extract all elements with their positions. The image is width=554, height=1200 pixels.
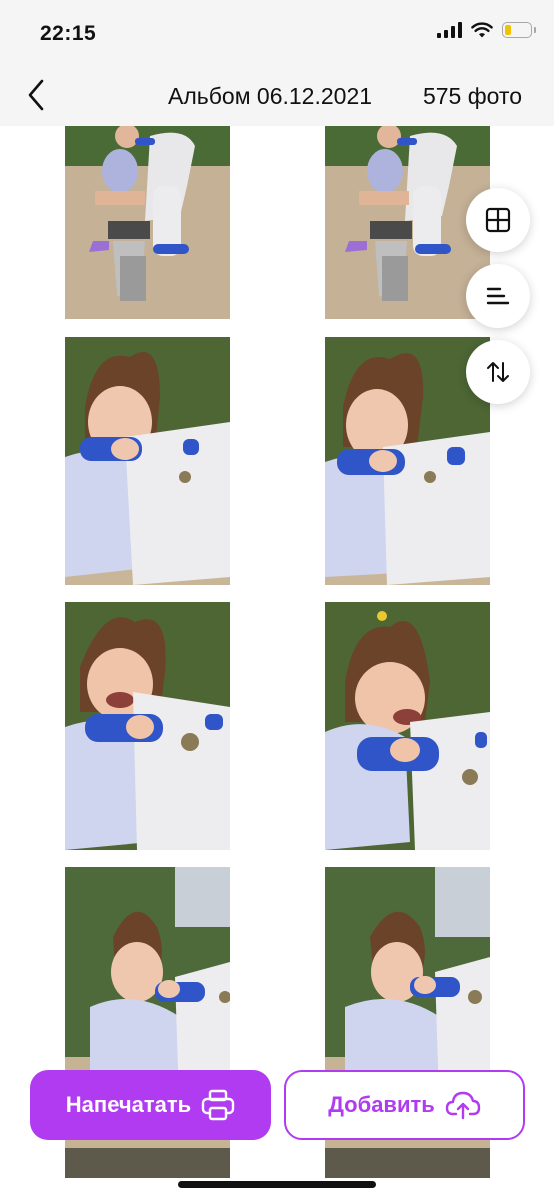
print-button-label: Напечатать <box>65 1092 192 1117</box>
album-title: Альбом 06.12.2021 <box>168 83 373 109</box>
sort-button[interactable] <box>466 340 530 404</box>
add-button-label: Добавить <box>328 1092 435 1117</box>
chevron-left-icon <box>28 79 44 111</box>
wifi-icon <box>471 22 493 38</box>
album-header: Альбом 06.12.2021 575 фото <box>0 64 554 126</box>
sort-arrows-icon <box>487 362 509 382</box>
grid-view-button[interactable] <box>466 188 530 252</box>
list-view-button[interactable] <box>466 264 530 328</box>
print-button[interactable]: Напечатать <box>30 1070 271 1140</box>
status-bar: 22:15 <box>0 0 554 64</box>
photo-thumbnail[interactable] <box>65 1148 230 1178</box>
home-indicator <box>178 1181 376 1188</box>
grid-view-icon <box>485 207 511 233</box>
photo-count: 575 фото <box>422 83 522 109</box>
photo-thumbnail[interactable] <box>65 126 230 319</box>
photo-thumbnail[interactable] <box>325 1148 490 1178</box>
cellular-signal-icon <box>437 22 462 38</box>
photo-thumbnail[interactable] <box>65 602 230 850</box>
add-button[interactable]: Добавить <box>284 1070 525 1140</box>
cloud-upload-icon <box>445 1091 480 1120</box>
printer-icon <box>202 1089 235 1121</box>
status-icons <box>437 22 536 38</box>
photo-thumbnail[interactable] <box>65 337 230 585</box>
align-left-icon <box>486 287 510 305</box>
photo-thumbnail[interactable] <box>325 602 490 850</box>
back-button[interactable] <box>18 76 54 114</box>
battery-icon <box>502 22 536 38</box>
status-time: 22:15 <box>40 22 97 45</box>
